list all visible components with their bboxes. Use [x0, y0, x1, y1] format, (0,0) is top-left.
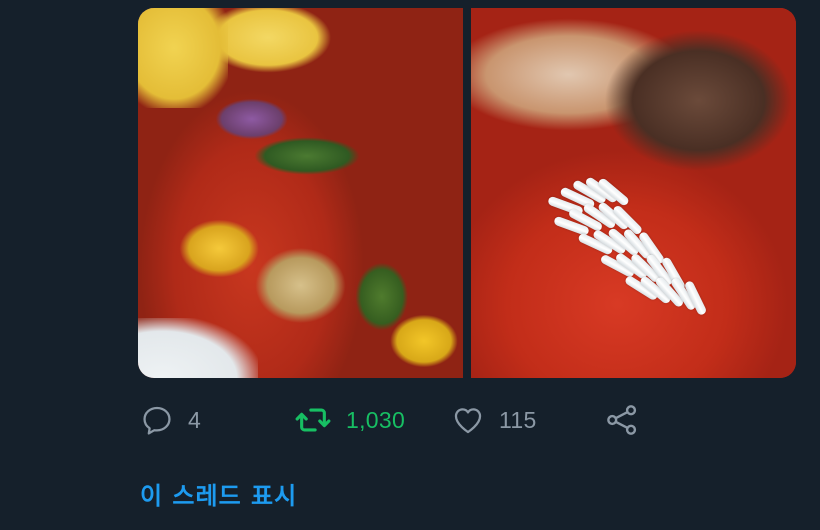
larvae-cluster — [547, 168, 721, 318]
reply-button[interactable]: 4 — [140, 396, 201, 444]
retweet-icon — [294, 403, 332, 437]
reply-icon — [140, 403, 174, 437]
share-button[interactable] — [604, 396, 640, 444]
tweet-action-bar: 4 1,030 115 — [0, 396, 820, 444]
tweet-media-grid — [138, 8, 796, 378]
reply-count: 4 — [188, 406, 202, 433]
like-button[interactable]: 115 — [451, 396, 537, 444]
show-thread-link[interactable]: 이 스레드 표시 — [140, 476, 297, 511]
share-icon — [604, 402, 640, 438]
retweet-count: 1,030 — [346, 406, 406, 433]
retweet-button[interactable]: 1,030 — [294, 396, 405, 444]
heart-icon — [451, 403, 485, 437]
photo-closeup[interactable] — [471, 8, 796, 378]
like-count: 115 — [499, 406, 537, 433]
photo-pizza[interactable] — [138, 8, 463, 378]
